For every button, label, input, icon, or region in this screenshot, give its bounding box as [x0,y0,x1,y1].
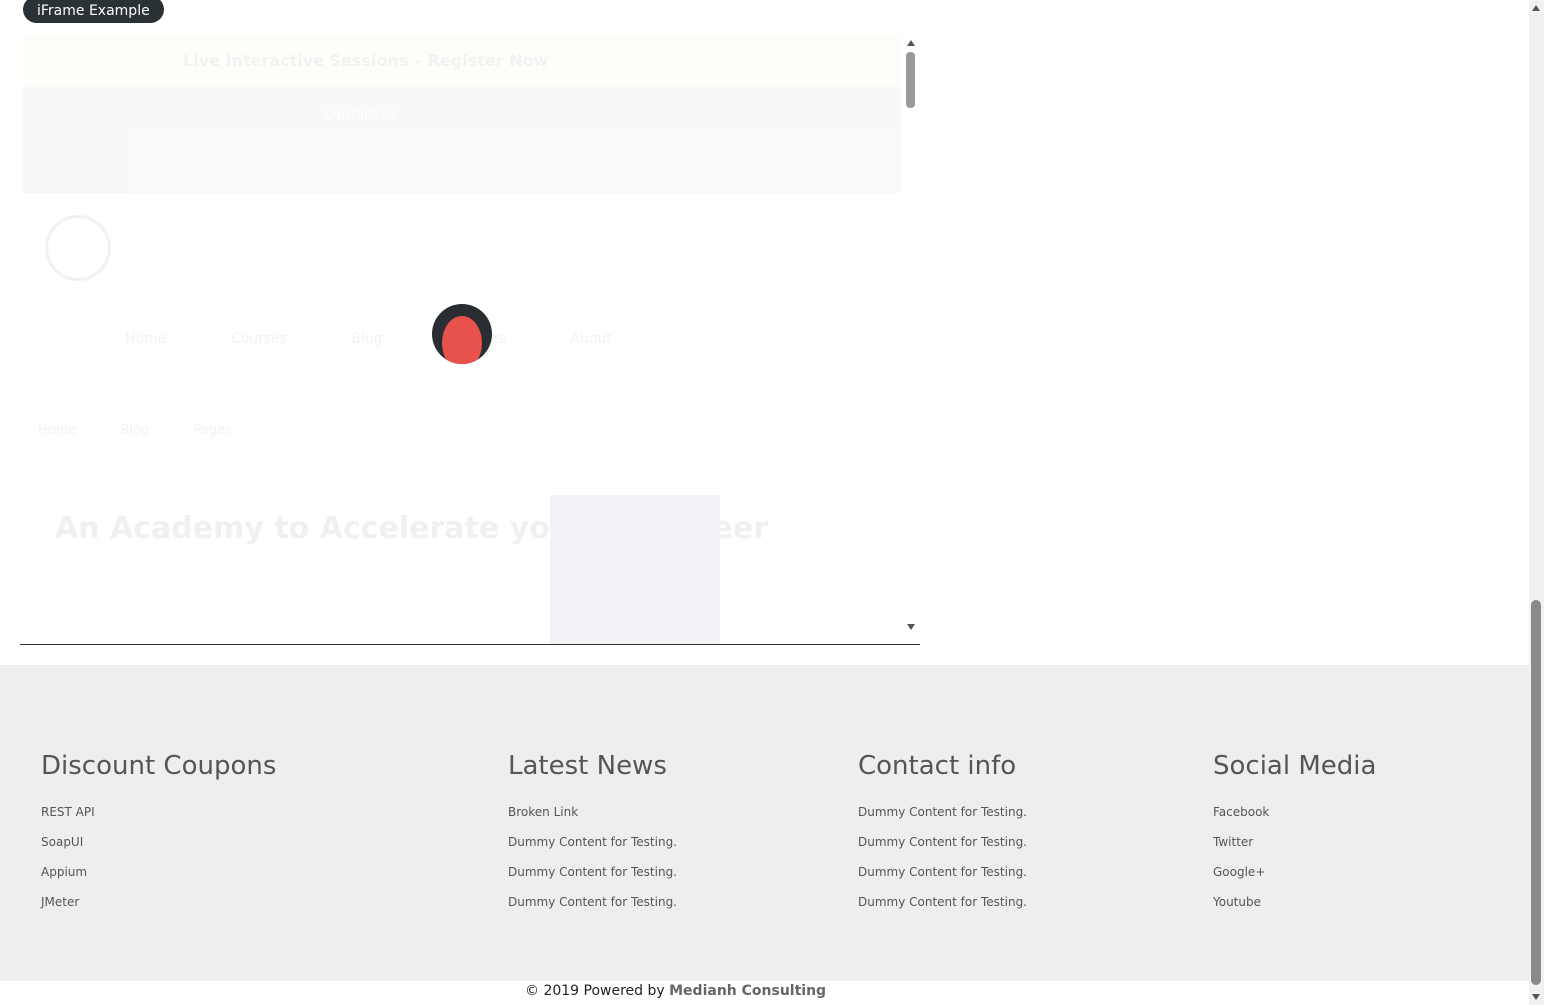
copyright: © 2019 Powered by Medianh Consulting [525,983,826,999]
iframe-nav: Home Courses Blog Services About [125,331,612,347]
scroll-down-arrow-icon[interactable] [907,624,915,630]
footer-link[interactable]: Dummy Content for Testing. [858,827,1027,857]
footer-heading: Social Media [1213,751,1377,781]
footer-column-discount-coupons: Discount Coupons REST API SoapUI Appium … [41,749,276,917]
iframe-sub-banner: Contact us [23,87,901,193]
iframe-sub-banner-text: Contact us [323,107,399,123]
footer-heading: Contact info [858,751,1017,781]
page-scrollbar-thumb[interactable] [1531,600,1541,985]
footer-link[interactable]: Dummy Content for Testing. [858,797,1027,827]
footer: Discount Coupons REST API SoapUI Appium … [0,665,1529,981]
footer-column-contact-info: Contact info Dummy Content for Testing. … [858,749,1027,917]
footer-link[interactable]: Broken Link [508,797,677,827]
iframe-breadcrumb: Home Blog Pages [38,423,232,438]
iframe-scrollbar[interactable] [904,35,918,635]
page-scrollbar[interactable] [1529,0,1544,1005]
footer-link-twitter[interactable]: Twitter [1213,827,1376,857]
iframe-top-banner: Live Interactive Sessions – Register Now [23,35,901,87]
page-scroll-down-arrow-icon[interactable] [1532,994,1540,1000]
footer-link[interactable]: REST API [41,797,276,827]
footer-link-google-plus[interactable]: Google+ [1213,857,1376,887]
iframe-frame[interactable]: Live Interactive Sessions – Register Now… [20,35,920,645]
footer-heading: Latest News [508,751,667,781]
footer-column-latest-news: Latest News Broken Link Dummy Content fo… [508,749,677,917]
scroll-up-arrow-icon[interactable] [907,40,915,46]
footer-link[interactable]: Dummy Content for Testing. [858,857,1027,887]
iframe-hero-image [550,495,720,644]
footer-link[interactable]: Appium [41,857,276,887]
footer-heading: Discount Coupons [41,751,277,781]
footer-link-youtube[interactable]: Youtube [1213,887,1376,917]
footer-link-facebook[interactable]: Facebook [1213,797,1376,827]
footer-link[interactable]: Dummy Content for Testing. [508,827,677,857]
copyright-text: © 2019 Powered by [525,983,665,999]
iframe-scrollbar-thumb[interactable] [906,52,915,108]
iframe-legend: iFrame Example [23,0,164,23]
iframe-logo [45,215,111,281]
footer-column-social-media: Social Media Facebook Twitter Google+ Yo… [1213,749,1376,917]
footer-link[interactable]: JMeter [41,887,276,917]
footer-link[interactable]: Dummy Content for Testing. [508,857,677,887]
footer-link[interactable]: Dummy Content for Testing. [508,887,677,917]
copyright-link[interactable]: Medianh Consulting [669,983,826,999]
loading-spinner-icon [432,304,492,364]
iframe-top-banner-text: Live Interactive Sessions – Register Now [183,51,549,70]
footer-link[interactable]: Dummy Content for Testing. [858,887,1027,917]
page-scroll-up-arrow-icon[interactable] [1532,5,1540,11]
footer-link[interactable]: SoapUI [41,827,276,857]
